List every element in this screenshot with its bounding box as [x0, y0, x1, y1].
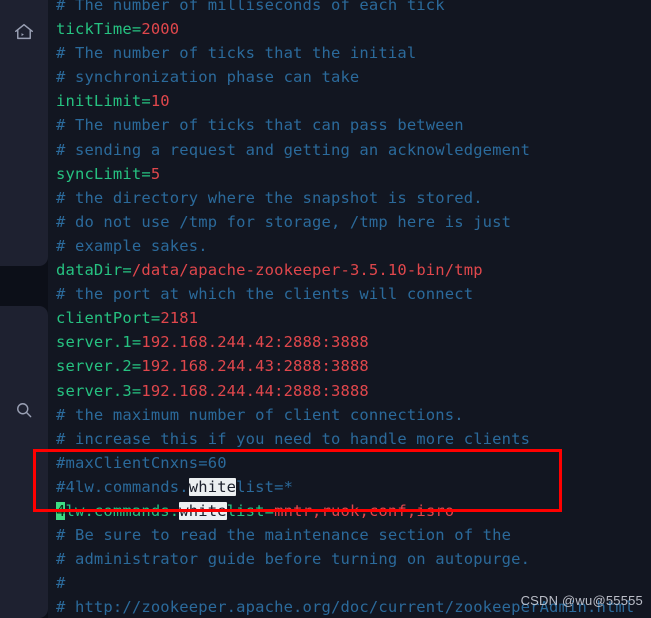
- code-line: #4lw.commands.whitelist=*: [56, 477, 294, 496]
- code-line: # sending a request and getting an ackno…: [56, 140, 531, 159]
- watermark-text: CSDN @wu@55555: [520, 593, 643, 608]
- code-line: initLimit=10: [56, 92, 170, 111]
- code-lines: # The number of milliseconds of each tic…: [48, 0, 651, 618]
- code-line: server.1=192.168.244.42:2888:3888: [56, 333, 369, 352]
- home-icon[interactable]: [0, 17, 48, 47]
- terminal-editor-window: # The number of milliseconds of each tic…: [0, 0, 651, 618]
- code-line: # increase this if you need to handle mo…: [56, 429, 531, 448]
- left-sidebar: [0, 0, 48, 618]
- code-line: # Be sure to read the maintenance sectio…: [56, 526, 512, 545]
- code-line: # The number of milliseconds of each tic…: [56, 0, 445, 14]
- code-line: syncLimit=5: [56, 164, 161, 183]
- code-line: # administrator guide before turning on …: [56, 550, 531, 569]
- code-line: server.2=192.168.244.43:2888:3888: [56, 357, 369, 376]
- code-line: # example sakes.: [56, 236, 208, 255]
- code-viewport[interactable]: # The number of milliseconds of each tic…: [48, 0, 651, 618]
- search-match-highlight: white: [188, 477, 237, 496]
- code-line: server.3=192.168.244.44:2888:3888: [56, 381, 369, 400]
- code-line: # The number of ticks that the initial: [56, 44, 417, 63]
- code-line: #maxClientCnxns=60: [56, 453, 227, 472]
- code-line: # The number of ticks that can pass betw…: [56, 116, 464, 135]
- code-line: # do not use /tmp for storage, /tmp here…: [56, 212, 512, 231]
- code-line: clientPort=2181: [56, 309, 199, 328]
- code-line: tickTime=2000: [56, 20, 180, 39]
- code-line: 4lw.commands.whitelist=mntr,ruok,conf,is…: [56, 501, 455, 520]
- code-line: # the directory where the snapshot is st…: [56, 188, 483, 207]
- code-line: # synchronization phase can take: [56, 68, 360, 87]
- search-match-highlight: white: [179, 501, 227, 520]
- search-icon[interactable]: [0, 395, 48, 425]
- sidebar-panel-bottom: [0, 306, 48, 618]
- code-line: dataDir=/data/apache-zookeeper-3.5.10-bi…: [56, 261, 483, 280]
- code-line: # the maximum number of client connectio…: [56, 405, 464, 424]
- code-line: #: [56, 574, 66, 593]
- code-line: # the port at which the clients will con…: [56, 285, 474, 304]
